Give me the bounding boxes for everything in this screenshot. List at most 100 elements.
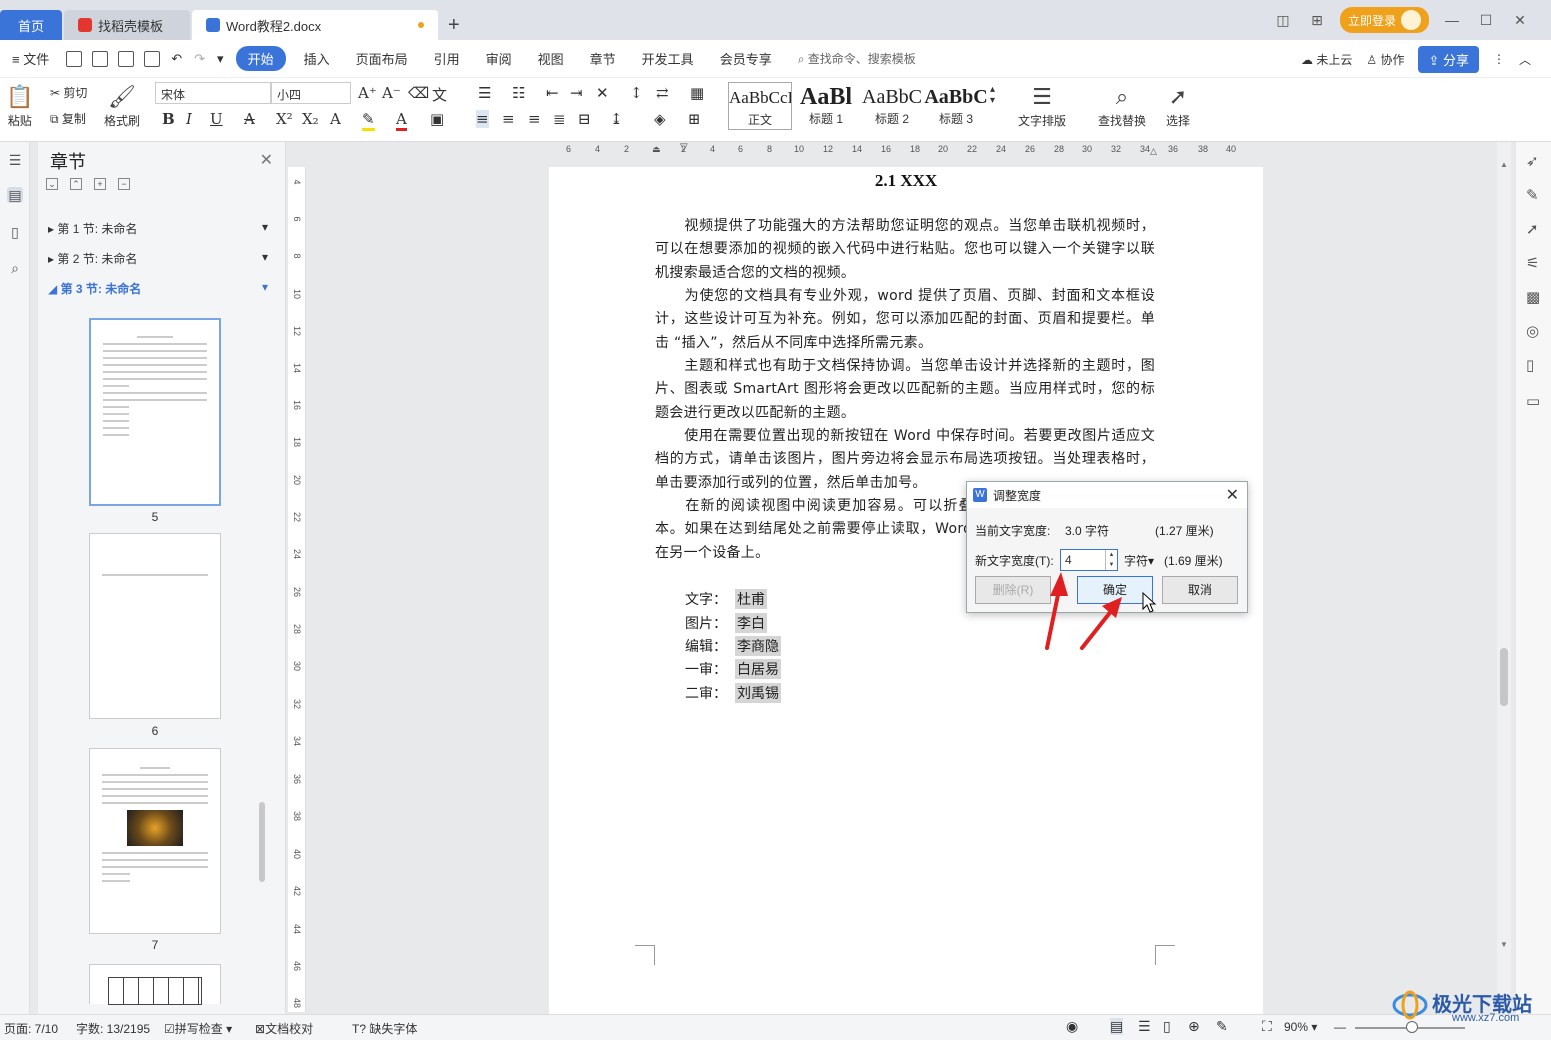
page-thumbnail-6[interactable] xyxy=(89,533,221,719)
grow-font-icon[interactable]: A⁺ xyxy=(358,84,377,102)
style-heading-1[interactable]: AaBl 标题 1 xyxy=(794,82,858,130)
align-right-icon[interactable]: ≡ xyxy=(528,110,541,128)
settings-sliders-icon[interactable]: ⚟ xyxy=(1526,254,1539,272)
new-tab-button[interactable]: + xyxy=(448,10,460,40)
redo-icon[interactable]: ↷ xyxy=(188,51,211,67)
collapse-ribbon-icon[interactable]: ︿ xyxy=(1519,51,1531,68)
align-center-icon[interactable]: ≡ xyxy=(502,110,515,128)
panel-scrollbar[interactable] xyxy=(259,802,265,882)
menu-vip[interactable]: 会员专享 xyxy=(706,49,786,68)
outdent-icon[interactable]: ⇤ xyxy=(546,84,559,102)
eye-protect-icon[interactable]: ◉ xyxy=(1066,1018,1078,1035)
rocket-icon[interactable]: ➶ xyxy=(1526,152,1539,170)
layout-icon[interactable]: ◫ xyxy=(1272,12,1294,29)
share-button[interactable]: ⇪ 分享 xyxy=(1418,45,1479,73)
scroll-up-icon[interactable]: ▲ xyxy=(1500,160,1508,169)
search-panel-icon[interactable]: ⌕ xyxy=(7,260,23,276)
phonetic-icon[interactable]: 文 xyxy=(432,84,447,105)
menu-devtools[interactable]: 开发工具 xyxy=(630,49,706,68)
bookmark-icon[interactable]: ▯ xyxy=(7,224,23,240)
highlight-icon[interactable]: ✎ xyxy=(362,110,375,131)
paste-button[interactable]: 📋 粘贴 xyxy=(6,84,33,129)
fit-page-icon[interactable]: ⛶ xyxy=(1262,1018,1272,1035)
undo-icon[interactable]: ↶ xyxy=(165,51,188,67)
document-scrollbar[interactable]: ▲ ▼ xyxy=(1497,142,1511,1014)
superscript-icon[interactable]: X² xyxy=(276,110,293,128)
translate-icon[interactable]: ◎ xyxy=(1526,322,1539,340)
style-heading-3[interactable]: AaBbC 标题 3 xyxy=(924,82,988,130)
login-button[interactable]: 立即登录 xyxy=(1339,7,1429,33)
scroll-down-icon[interactable]: ▼ xyxy=(1500,940,1508,949)
shading-icon[interactable]: ◈ xyxy=(654,110,666,128)
minimize-icon[interactable]: — xyxy=(1441,12,1463,28)
missing-font-button[interactable]: T? 缺失字体 xyxy=(352,1020,417,1037)
pen-icon[interactable]: ✎ xyxy=(1526,186,1539,204)
more-icon[interactable]: ▾ xyxy=(211,51,230,67)
indent-marker-icon[interactable]: ⏏ xyxy=(652,144,661,155)
format-painter-button[interactable]: 🖌 格式刷 xyxy=(104,84,140,129)
dialog-close-icon[interactable]: ✕ xyxy=(1226,485,1239,505)
font-size-select[interactable]: 小四 xyxy=(271,82,351,104)
tab-document[interactable]: Word教程2.docx xyxy=(192,10,438,40)
section-menu-icon[interactable]: ▾ xyxy=(262,220,268,237)
section-item-1[interactable]: ▸ 第 1 节: 未命名 ▾ xyxy=(48,220,268,237)
section-item-2[interactable]: ▸ 第 2 节: 未命名 ▾ xyxy=(48,250,268,267)
page-thumbnail-5[interactable] xyxy=(89,318,221,506)
zoom-select[interactable]: 90% ▾ xyxy=(1284,1020,1317,1034)
scrollbar-thumb[interactable] xyxy=(1500,648,1508,706)
char-border-icon[interactable]: ▣ xyxy=(430,110,444,128)
print-preview-icon[interactable] xyxy=(144,50,161,67)
menu-chapter[interactable]: 章节 xyxy=(576,49,630,68)
export-pdf-icon[interactable] xyxy=(92,50,109,67)
select-button[interactable]: ➚ 选择 xyxy=(1166,84,1190,129)
menu-insert[interactable]: 插入 xyxy=(292,49,342,68)
chinese-layout-icon[interactable]: ✕ xyxy=(596,84,609,102)
select-pointer-icon[interactable]: ➚ xyxy=(1526,220,1539,238)
menu-reference[interactable]: 引用 xyxy=(422,49,472,68)
right-indent-icon[interactable]: △ xyxy=(1150,146,1157,157)
remove-section-icon[interactable]: − xyxy=(118,178,130,190)
zoom-out-icon[interactable]: — xyxy=(1334,1020,1346,1034)
show-marks-icon[interactable]: ⇄ xyxy=(656,84,669,102)
close-icon[interactable]: ✕ xyxy=(260,150,273,170)
sort-icon[interactable]: ↕ xyxy=(630,84,643,102)
web-view-icon[interactable]: ⊕ xyxy=(1188,1018,1200,1035)
section-menu-icon[interactable]: ▾ xyxy=(262,250,268,267)
command-search[interactable]: ⌕ 查找命令、搜索模板 xyxy=(798,50,916,67)
more-options-icon[interactable]: ⋮ xyxy=(1493,52,1505,66)
borders-icon[interactable]: ⊞ xyxy=(688,110,701,128)
align-left-icon[interactable]: ≡ xyxy=(476,110,489,128)
bullet-list-icon[interactable]: ☰ xyxy=(478,84,491,102)
underline-icon[interactable]: U xyxy=(210,110,223,128)
page-indicator[interactable]: 页面: 7/10 xyxy=(4,1020,58,1037)
clear-format-icon[interactable]: ⌫ xyxy=(408,84,429,102)
distribute-icon[interactable]: ⊟ xyxy=(578,110,591,128)
print-icon[interactable] xyxy=(118,50,135,67)
shrink-font-icon[interactable]: A⁻ xyxy=(382,84,401,102)
text-layout-button[interactable]: ☰ 文字排版 xyxy=(1018,84,1066,129)
first-line-indent-icon[interactable]: ▽ xyxy=(680,142,688,153)
indent-icon[interactable]: ⇥ xyxy=(570,84,583,102)
maximize-icon[interactable]: ☐ xyxy=(1475,12,1497,29)
line-spacing-icon[interactable]: ↨ xyxy=(610,110,623,128)
doc-proof-button[interactable]: ⊠文档校对 xyxy=(255,1020,313,1037)
navigation-icon[interactable]: ☰ xyxy=(7,152,23,168)
cut-button[interactable]: ✂ 剪切 xyxy=(50,84,87,101)
collapse-up-icon[interactable]: ⌃ xyxy=(70,178,82,190)
table-tools-icon[interactable]: ▦ xyxy=(690,84,704,102)
menu-view[interactable]: 视图 xyxy=(526,49,576,68)
text-effect-icon[interactable]: A xyxy=(330,110,341,128)
tab-template[interactable]: 找稻壳模板 xyxy=(64,10,190,40)
collapse-down-icon[interactable]: ⌄ xyxy=(46,178,58,190)
style-normal[interactable]: AaBbCcI 正文 xyxy=(728,82,792,130)
image-tool-icon[interactable]: ▩ xyxy=(1526,288,1540,306)
tab-home[interactable]: 首页 xyxy=(0,10,62,40)
font-color-icon[interactable]: A xyxy=(396,110,407,131)
spell-check-button[interactable]: ☑拼写检查 ▾ xyxy=(164,1020,232,1037)
read-view-icon[interactable]: ▯ xyxy=(1163,1018,1171,1035)
find-replace-button[interactable]: ⌕ 查找替换 xyxy=(1098,84,1146,129)
page-thumbnail-7[interactable] xyxy=(89,748,221,934)
strikethrough-icon[interactable]: A xyxy=(244,110,255,128)
menu-layout[interactable]: 页面布局 xyxy=(342,49,422,68)
grid-icon[interactable]: ⊞ xyxy=(1306,12,1328,29)
